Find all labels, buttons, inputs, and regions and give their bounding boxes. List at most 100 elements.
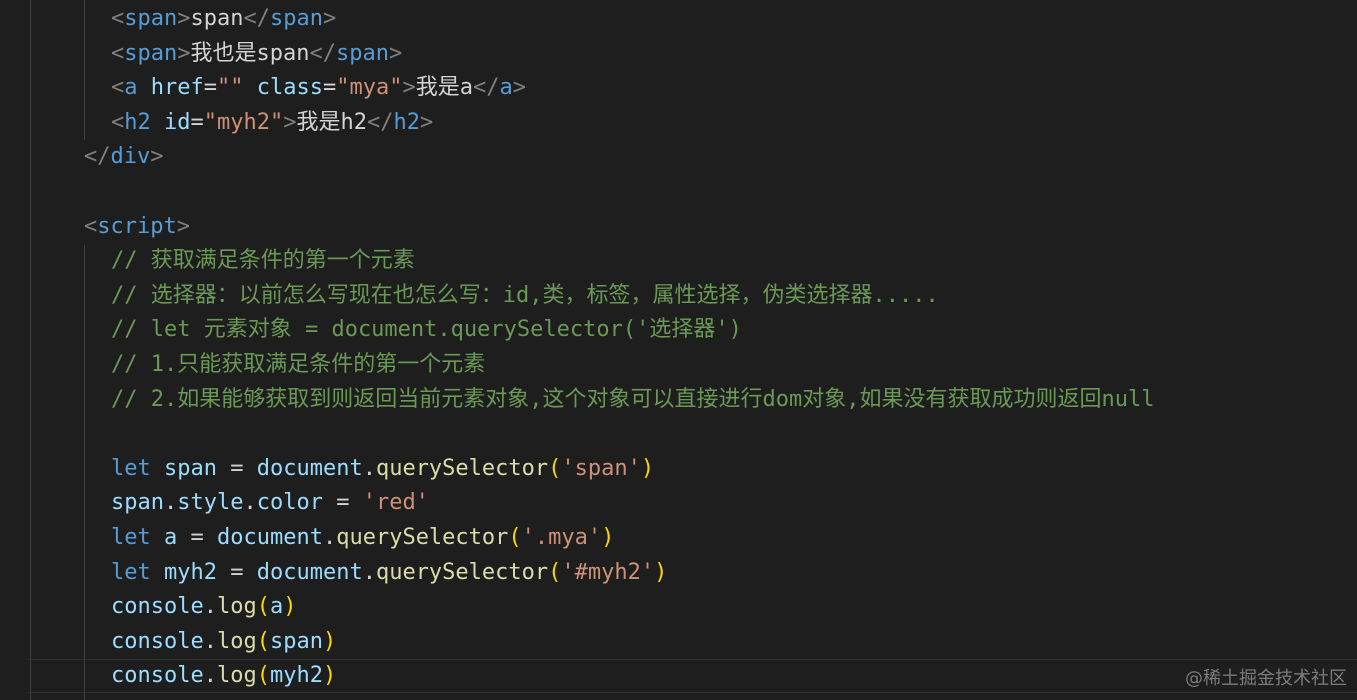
code-line: let myh2 = document.querySelector('#myh2… bbox=[111, 556, 667, 590]
code-token: . bbox=[203, 628, 217, 654]
code-line: <span>span</span> bbox=[111, 2, 336, 36]
code-token: a bbox=[499, 75, 513, 101]
code-line: span.style.color = 'red' bbox=[111, 486, 429, 520]
code-token: script bbox=[97, 213, 177, 239]
code-token: = bbox=[322, 490, 363, 516]
code-token: span bbox=[269, 628, 323, 654]
code-token: span bbox=[124, 40, 178, 66]
code-token: > bbox=[150, 144, 164, 170]
code-token: span bbox=[269, 6, 323, 31]
code-token: href bbox=[150, 75, 204, 101]
code-token: myh2 bbox=[164, 559, 217, 585]
code-token: > bbox=[402, 75, 416, 101]
code-token: h2 bbox=[124, 109, 151, 135]
indent-guide bbox=[84, 245, 85, 700]
code-token: a bbox=[124, 75, 138, 101]
code-token: let bbox=[111, 525, 151, 550]
comment-line: // let 元素对象 = document.querySelector('选择… bbox=[111, 317, 742, 343]
code-token: = bbox=[203, 75, 217, 101]
code-token: ) bbox=[283, 594, 297, 620]
code-token: span bbox=[190, 6, 244, 31]
code-token: ( bbox=[256, 628, 270, 654]
code-line: let a = document.querySelector('.mya') bbox=[111, 521, 614, 555]
code-token: </ bbox=[366, 109, 394, 135]
code-token: a bbox=[164, 525, 178, 550]
code-token: = bbox=[322, 75, 337, 101]
indent-guide bbox=[84, 0, 85, 140]
code-token: 'red' bbox=[362, 490, 429, 516]
code-token: ( bbox=[256, 594, 270, 620]
code-token: > bbox=[388, 40, 403, 66]
code-line: console.log(span) bbox=[111, 625, 336, 659]
code-token: '.mya' bbox=[521, 525, 602, 550]
code-token: "" bbox=[216, 75, 244, 101]
comment-line: // 1.只能获取满足条件的第一个元素 bbox=[111, 352, 486, 377]
code-token: . bbox=[163, 490, 178, 516]
code-token: </ bbox=[243, 6, 270, 31]
code-token: . bbox=[322, 525, 337, 550]
code-token: div bbox=[110, 144, 151, 170]
code-token: 我也是span bbox=[190, 40, 310, 66]
code-token: ) bbox=[654, 559, 668, 585]
code-token: log bbox=[216, 663, 257, 689]
code-token: a bbox=[269, 594, 284, 620]
code-token: > bbox=[176, 213, 190, 239]
code-token: myh2 bbox=[269, 663, 323, 689]
code-editor[interactable]: <span>span</span> <span>我也是span</span> <a … bbox=[0, 0, 1357, 700]
code-token: "myh2" bbox=[203, 109, 284, 135]
code-token: h2 bbox=[393, 109, 420, 135]
code-token: ) bbox=[322, 663, 337, 689]
code-token: > bbox=[283, 109, 297, 135]
code-token: 我是h2 bbox=[296, 109, 367, 135]
code-token: = bbox=[190, 109, 204, 135]
code-token: id bbox=[164, 109, 191, 135]
code-token: ( bbox=[256, 663, 270, 689]
code-token: = bbox=[177, 525, 217, 550]
code-token: < bbox=[111, 6, 125, 31]
code-token: style bbox=[177, 490, 244, 516]
code-token: span bbox=[124, 6, 178, 31]
code-line: <script> bbox=[84, 210, 190, 244]
code-token: querySelector bbox=[375, 559, 549, 585]
code-token: > bbox=[177, 6, 191, 31]
code-token: . bbox=[203, 663, 217, 689]
code-token: ) bbox=[322, 628, 337, 654]
code-token: querySelector bbox=[336, 525, 509, 550]
code-token: < bbox=[84, 213, 98, 239]
code-line: <span>我也是span</span> bbox=[111, 37, 402, 71]
code-token: log bbox=[216, 628, 257, 654]
code-token: 'span' bbox=[561, 455, 641, 481]
code-token: ( bbox=[508, 525, 522, 550]
code-token: </ bbox=[309, 40, 336, 66]
code-token: > bbox=[322, 6, 337, 31]
code-token: ( bbox=[548, 455, 562, 481]
code-token: "mya" bbox=[336, 75, 403, 101]
code-token: > bbox=[512, 75, 526, 101]
code-token: console bbox=[111, 594, 204, 620]
code-token: . bbox=[203, 594, 217, 620]
code-line: <h2 id="myh2">我是h2</h2> bbox=[111, 106, 433, 140]
code-token: color bbox=[256, 490, 323, 516]
code-token: log bbox=[216, 594, 257, 620]
code-token: document bbox=[256, 559, 363, 585]
code-line: let span = document.querySelector('span'… bbox=[111, 452, 654, 486]
code-token: ( bbox=[548, 559, 562, 585]
code-token: < bbox=[111, 109, 125, 135]
code-token: '#myh2' bbox=[561, 559, 655, 585]
watermark: @稀土掘金技术社区 bbox=[1185, 668, 1347, 689]
code-line: console.log(a) bbox=[111, 590, 296, 624]
code-token: console bbox=[111, 663, 204, 689]
code-token: </ bbox=[84, 144, 111, 170]
comment-line: // 获取满足条件的第一个元素 bbox=[111, 248, 415, 274]
code-line: <a href="" class="mya">我是a</a> bbox=[111, 71, 526, 105]
code-token: class bbox=[256, 75, 323, 101]
code-token: = bbox=[216, 455, 257, 481]
code-token: document bbox=[256, 455, 363, 481]
code-token: 我是a bbox=[415, 75, 473, 101]
comment-line: // 选择器：以前怎么写现在也怎么写：id,类，标签，属性选择，伪类选择器...… bbox=[111, 282, 939, 308]
